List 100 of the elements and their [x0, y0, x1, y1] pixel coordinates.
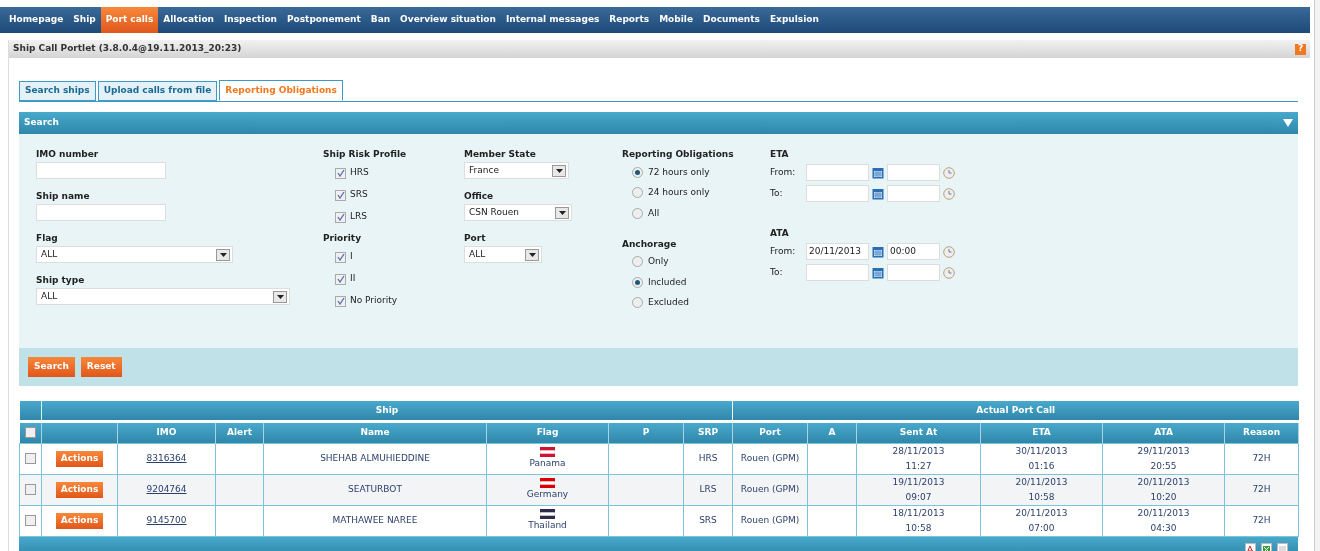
calendar-icon[interactable] [872, 266, 884, 279]
select-field[interactable]: France [464, 162, 569, 179]
tab[interactable]: Upload calls from file [97, 81, 218, 101]
tab[interactable]: Search ships [19, 81, 96, 101]
table-cell-text: 20/11/2013 10:20 [1137, 475, 1190, 504]
clock-icon[interactable] [943, 266, 955, 279]
menu-item[interactable]: Allocation [158, 7, 219, 33]
clock-icon[interactable] [943, 166, 955, 179]
checkbox[interactable] [335, 251, 346, 263]
calendar-icon[interactable] [872, 245, 884, 258]
select-all-checkbox[interactable] [24, 427, 36, 438]
menu-item[interactable]: Ban [365, 7, 396, 33]
select-field[interactable]: ALL [36, 288, 290, 305]
radio-button[interactable] [632, 297, 643, 309]
menu-item[interactable]: Documents [698, 7, 765, 33]
radio-label: All [648, 206, 660, 220]
calendar-icon[interactable] [872, 187, 884, 200]
time-input[interactable] [887, 185, 940, 202]
menu-item[interactable]: Internal messages [500, 7, 605, 33]
field-label: ETA [770, 148, 790, 161]
table-cell: MATHAWEE NAREE [332, 514, 418, 525]
collapse-arrow-icon[interactable] [1283, 119, 1293, 127]
date-input[interactable] [806, 185, 869, 202]
date-input[interactable] [806, 164, 869, 181]
radio-label: 24 hours only [648, 186, 710, 199]
imo-link[interactable]: 9204764 [146, 483, 187, 494]
date-input[interactable] [806, 264, 869, 281]
table-header: IMO [117, 423, 216, 443]
radio-label: Only [648, 255, 669, 268]
time-input[interactable] [887, 164, 940, 181]
table-cell-text: 28/11/2013 11:27 [892, 444, 945, 473]
menu-item[interactable]: Inspection [219, 7, 282, 33]
imo-link[interactable]: 8316364 [146, 452, 187, 463]
radio-label: Excluded [648, 296, 689, 309]
table-header: Sent At [856, 423, 981, 443]
checkbox[interactable] [335, 295, 346, 307]
table-cell: Rouen (GPM) [740, 483, 800, 494]
field-label: Member State [464, 148, 537, 161]
table-header: ATA [1102, 423, 1225, 443]
checkbox[interactable] [335, 273, 346, 285]
radio-button[interactable] [632, 276, 643, 288]
time-input[interactable] [887, 264, 940, 281]
text-input[interactable] [36, 162, 166, 179]
select-field[interactable]: ALL [464, 246, 542, 263]
radio-button[interactable] [632, 187, 643, 199]
table-cell: SHEHAB ALMUHIEDDINE [320, 452, 430, 463]
table-header: Reason [1224, 423, 1299, 443]
table-cell-text: 19/11/2013 09:07 [892, 475, 945, 504]
field-label: Priority [323, 232, 362, 245]
clock-icon[interactable] [943, 187, 955, 200]
table-cell-text: 20/11/2013 04:30 [1137, 506, 1190, 535]
select-field[interactable]: CSN Rouen [464, 204, 572, 221]
checkbox[interactable] [335, 211, 346, 223]
field-label: Flag [36, 232, 59, 245]
menu-item[interactable]: Ship [68, 7, 101, 33]
field-label: ATA [770, 227, 790, 240]
menu-item[interactable]: Expulsion [764, 7, 824, 33]
table-header: ETA [980, 423, 1103, 443]
field-label: Reporting Obligations [622, 148, 735, 161]
radio-button[interactable] [632, 166, 643, 178]
table-cell: Rouen (GPM) [740, 452, 800, 463]
row-checkbox[interactable] [25, 514, 36, 526]
menu-item[interactable]: Overview situation [395, 7, 501, 33]
table-cell: Germany [526, 488, 569, 499]
table-cell: LRS [699, 483, 717, 494]
table-header: Alert [215, 423, 264, 443]
menu-item[interactable]: Mobile [654, 7, 698, 33]
table-header: A [807, 423, 857, 443]
table-cell: SRS [699, 514, 717, 525]
checkbox[interactable] [335, 167, 346, 179]
radio-label: 72 hours only [648, 165, 710, 179]
table-header: Name [263, 423, 487, 443]
row-checkbox[interactable] [25, 483, 36, 495]
checkbox-label: I [350, 250, 353, 264]
table-cell-text: 18/11/2013 10:58 [892, 506, 945, 535]
table-group-header: Actual Port Call [732, 401, 1299, 420]
date-input[interactable]: 20/11/2013 [806, 243, 869, 260]
field-label: IMO number [36, 148, 100, 161]
text-input[interactable] [36, 204, 166, 221]
imo-link[interactable]: 9145700 [146, 514, 187, 525]
checkbox[interactable] [335, 189, 346, 201]
radio-button[interactable] [632, 256, 643, 268]
checkbox-label: II [350, 272, 356, 286]
table-cell: Panama [529, 457, 566, 468]
table-cell: SEATURBOT [348, 483, 402, 494]
checkbox-label: SRS [350, 188, 368, 202]
radio-button[interactable] [632, 207, 643, 219]
row-checkbox[interactable] [25, 452, 36, 464]
menu-item[interactable]: Postponement [282, 7, 366, 33]
field-label: Ship name [36, 190, 91, 203]
time-input[interactable]: 00:00 [887, 243, 940, 260]
menu-item[interactable]: Homepage [4, 7, 69, 33]
radio-label: Included [648, 275, 687, 289]
clock-icon[interactable] [943, 245, 955, 258]
calendar-icon[interactable] [872, 166, 884, 179]
checkbox-label: LRS [350, 210, 367, 224]
select-field[interactable]: ALL [36, 246, 233, 263]
table-header: P [608, 423, 684, 443]
menu-item[interactable]: Reports [604, 7, 655, 33]
table-cell: 72H [1252, 452, 1271, 463]
